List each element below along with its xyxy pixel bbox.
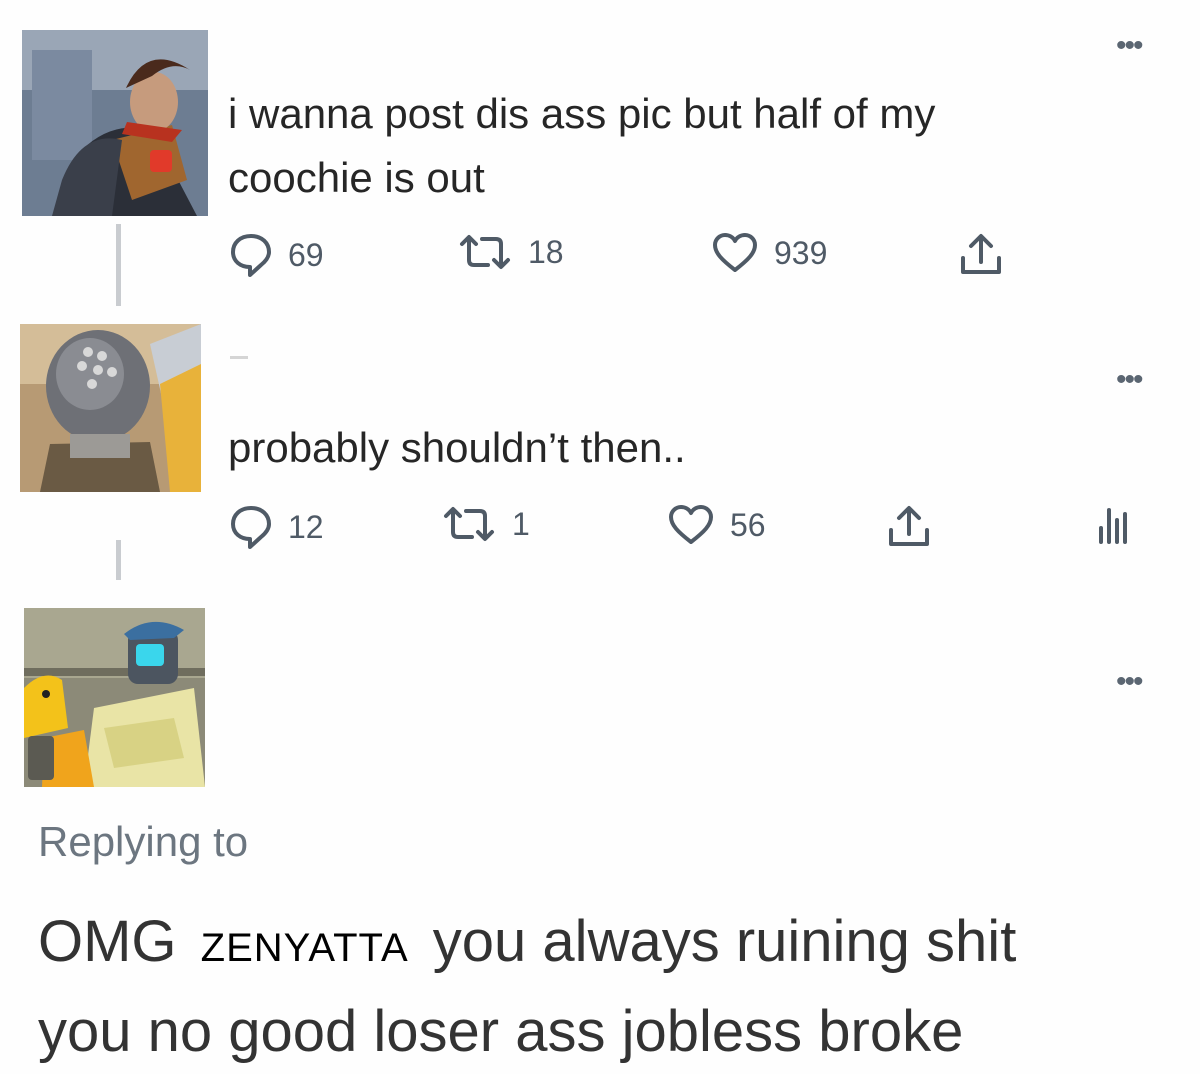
analytics-button[interactable] (1096, 504, 1130, 544)
tweet-text-line: coochie is out (228, 154, 485, 201)
tweet-text: probably shouldn’t then.. (228, 416, 686, 480)
avatar-user-2[interactable] (20, 324, 201, 492)
overlay-name-label: ZENYATTA (200, 926, 409, 970)
tweet-actions: 12 1 56 (230, 504, 1150, 554)
retweet-count: 18 (528, 233, 564, 270)
avatar-image-1 (22, 30, 208, 216)
reply-count: 69 (288, 236, 324, 273)
avatar-image-2 (20, 324, 201, 492)
reply-text-line-2: you no good loser ass jobless broke (38, 999, 964, 1064)
retweet-button[interactable]: 18 (458, 232, 564, 272)
reply-button[interactable]: 69 (230, 232, 324, 278)
more-options-button[interactable]: ••• (1116, 31, 1143, 61)
heart-icon (713, 233, 757, 272)
reply-button[interactable]: 12 (230, 504, 324, 550)
thread-line (116, 224, 121, 306)
share-button[interactable] (958, 232, 1004, 278)
reply-bubble-icon (231, 234, 271, 277)
heart-icon (669, 505, 713, 544)
retweet-button[interactable]: 1 (442, 504, 530, 544)
like-count: 56 (730, 506, 766, 543)
retweet-icon (460, 235, 510, 269)
reply-text-end: you always ruining shit (432, 909, 1017, 974)
share-button[interactable] (886, 504, 932, 550)
analytics-icon (1099, 508, 1127, 544)
more-options-button[interactable]: ••• (1116, 365, 1143, 395)
tweet-text-line: i wanna post dis ass pic but half of my (228, 90, 936, 137)
retweet-count: 1 (512, 505, 530, 542)
retweet-icon (444, 507, 494, 541)
tweet-actions: 69 18 939 (230, 232, 1030, 282)
tweet-text-line: probably shouldn’t then.. (228, 424, 686, 471)
share-icon (889, 506, 929, 546)
tweet-text: i wanna post dis ass pic but half of my … (228, 82, 935, 210)
reply-text-start: OMG (38, 909, 177, 974)
like-button[interactable]: 939 (712, 232, 827, 274)
like-count: 939 (774, 234, 828, 271)
share-icon (961, 234, 1001, 274)
reply-text-line-1: OMG ZENYATTA you always ruining shit (38, 900, 1200, 990)
avatar-image-3 (24, 608, 205, 787)
replying-to-label: Replying to (38, 818, 249, 865)
like-button[interactable]: 56 (668, 504, 766, 546)
thread-line (116, 540, 121, 580)
reply-text: OMG ZENYATTA you always ruining shit you… (38, 900, 1200, 1074)
avatar-user-1[interactable] (22, 30, 208, 216)
avatar-user-3[interactable] (24, 608, 205, 787)
username-fragment (230, 356, 248, 359)
reply-bubble-icon (231, 506, 271, 549)
more-options-button[interactable]: ••• (1116, 667, 1143, 697)
reply-count: 12 (288, 508, 324, 545)
